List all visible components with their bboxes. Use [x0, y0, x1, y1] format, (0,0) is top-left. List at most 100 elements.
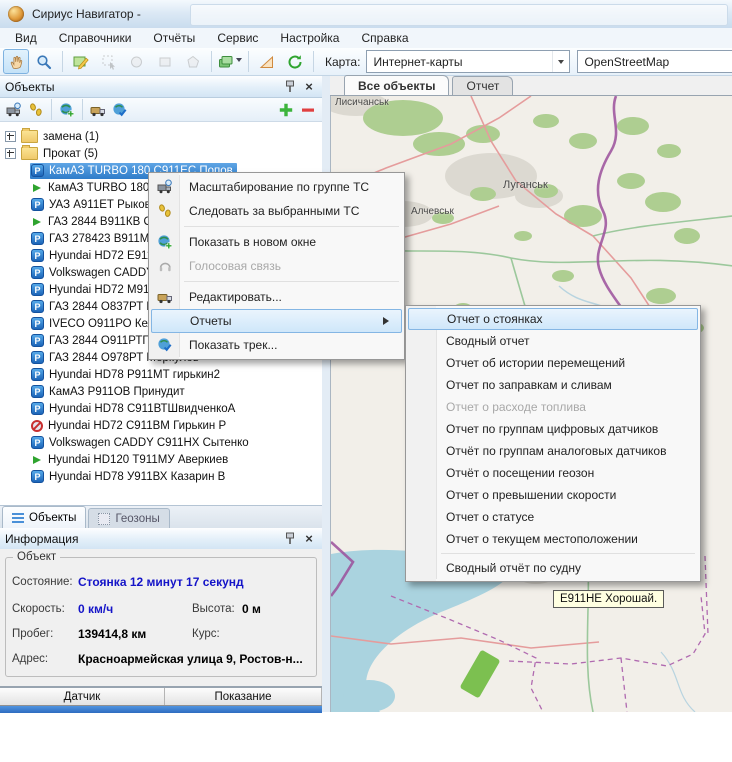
speed-label: Скорость:	[12, 603, 65, 615]
submenu-item-Отчет-по-группам-цифровых-датчиков[interactable]: Отчет по группам цифровых датчиков	[408, 418, 698, 440]
tree-folder[interactable]: Прокат (5)	[0, 145, 322, 162]
submenu-item-Отчет-о-статусе[interactable]: Отчет о статусе	[408, 506, 698, 528]
edit-vehicle-button[interactable]	[87, 99, 109, 120]
toolbar-buttons	[2, 49, 318, 74]
title-inset	[190, 4, 728, 26]
menu-item-Масштабирование-по-группе-ТС[interactable]: Масштабирование по группе ТС	[151, 175, 402, 199]
menu-Настройка[interactable]: Настройка	[269, 29, 350, 47]
layers-button[interactable]	[217, 49, 243, 74]
reading-col-header[interactable]: Показание	[165, 688, 322, 705]
tab-label: Объекты	[29, 512, 76, 524]
tree-item-core: PHyundai HD78 Р911МТ гирькин2	[30, 367, 224, 383]
tree-item[interactable]: PHyundai HD78 С911ВТШвидченкоА	[0, 400, 322, 417]
app-window: { "window": {"title": "Сириус Навигатор …	[0, 0, 732, 712]
submenu-item-Отчет-по-заправкам-и-сливам[interactable]: Отчет по заправкам и сливам	[408, 374, 698, 396]
info-pin-icon[interactable]	[282, 531, 298, 546]
submenu-item-Отчет-о-стоянках[interactable]: Отчет о стоянках	[408, 308, 698, 330]
tree-item-label: Volkswagen CADDY С911НХ Сытенко	[49, 437, 249, 449]
map-label-Луганськ: Луганськ	[503, 179, 548, 191]
tree-item-core: PКамАЗ Р911ОВ Принудит	[30, 384, 189, 400]
close-icon[interactable]: ×	[301, 79, 317, 94]
tree-item[interactable]: PVolkswagen CADDY С911НХ Сытенко	[0, 434, 322, 451]
parking-status-icon: P	[31, 266, 44, 279]
show-new-window-icon	[59, 102, 75, 118]
select-rect-button	[152, 49, 178, 74]
expand-icon[interactable]	[5, 148, 16, 159]
menu-Справочники[interactable]: Справочники	[48, 29, 143, 47]
tree-item[interactable]: PHyundai HD78 У911ВХ Казарин В	[0, 468, 322, 485]
menu-item-Показать-трек-[interactable]: Показать трек...	[151, 333, 402, 357]
tree-item-label: ГАЗ 2844 В911КВ Ос	[48, 216, 158, 228]
tree-item-label: Hyundai HD120 Т911МУ Аверкиев	[48, 454, 228, 466]
map-tab-Все объекты[interactable]: Все объекты	[344, 75, 449, 95]
tree-item[interactable]: PКамАЗ Р911ОВ Принудит	[0, 383, 322, 400]
menu-item-Отчеты[interactable]: Отчеты	[151, 309, 402, 333]
expand-icon[interactable]	[5, 131, 16, 142]
submenu-item-Отчет-о-текущем-местоположении[interactable]: Отчет о текущем местоположении	[408, 528, 698, 550]
zoom-to-group-icon	[6, 102, 22, 118]
menu-separator	[184, 281, 399, 282]
submenu-item-Отчет-об-истории-перемещений[interactable]: Отчет об истории перемещений	[408, 352, 698, 374]
remove-object-button[interactable]	[297, 99, 319, 120]
tree-item-core: PГАЗ 2844 О911РТГра	[30, 333, 165, 349]
show-track-button[interactable]	[109, 99, 131, 120]
map-tab-Отчет[interactable]: Отчет	[452, 76, 513, 95]
map-tab-bar: Все объектыОтчет	[330, 76, 732, 96]
tree-item[interactable]: PHyundai HD78 Р911МТ гирькин2	[0, 366, 322, 383]
title-bar[interactable]: Сириус Навигатор -	[0, 0, 732, 29]
tab-label: Геозоны	[115, 513, 159, 525]
object-group-label: Объект	[13, 551, 60, 563]
menu-item-label: Масштабирование по группе ТС	[189, 180, 369, 194]
tab-Объекты[interactable]: Объекты	[2, 506, 86, 528]
tree-item[interactable]: Hyundai HD72 С911ВМ Гирькин Р	[0, 417, 322, 434]
show-new-window-button[interactable]	[56, 99, 78, 120]
menu-item-Редактировать-[interactable]: Редактировать...	[151, 285, 402, 309]
menu-Сервис[interactable]: Сервис	[206, 29, 269, 47]
window-title: Сириус Навигатор -	[32, 7, 141, 21]
tab-Геозоны[interactable]: Геозоны	[88, 508, 169, 528]
refresh-icon	[287, 54, 303, 70]
submenu-item-Отчёт-о-посещении-геозон[interactable]: Отчёт о посещении геозон	[408, 462, 698, 484]
submenu-item-label: Отчёт о посещении геозон	[446, 466, 594, 480]
tree-folder[interactable]: замена (1)	[0, 128, 322, 145]
menu-item-Следовать-за-выбранными-ТС[interactable]: Следовать за выбранными ТС	[151, 199, 402, 223]
info-panel-title: Информация	[5, 532, 279, 546]
info-close-icon[interactable]: ×	[301, 531, 317, 546]
menu-Отчёты[interactable]: Отчёты	[142, 29, 206, 47]
map-provider-combo[interactable]: OpenStreetMap	[577, 50, 732, 73]
tree-item-core: PHyundai HD72 Е911Н	[30, 248, 165, 264]
map-label-Алчевськ: Алчевськ	[411, 206, 454, 217]
remove-object-icon	[300, 102, 316, 118]
add-object-icon	[278, 102, 294, 118]
pin-icon[interactable]	[282, 79, 298, 94]
zoom-magnifier-button[interactable]	[31, 49, 57, 74]
toolbar-separator	[248, 51, 249, 72]
refresh-button[interactable]	[282, 49, 308, 74]
pan-hand-button[interactable]	[3, 49, 29, 74]
map-edit-button[interactable]	[68, 49, 94, 74]
submenu-item-Отчет-о-превышении-скорости[interactable]: Отчет о превышении скорости	[408, 484, 698, 506]
sensor-col-header[interactable]: Датчик	[0, 688, 165, 705]
menu-item-label: Следовать за выбранными ТС	[189, 204, 359, 218]
menu-Вид[interactable]: Вид	[4, 29, 48, 47]
show-new-window-icon	[157, 234, 173, 250]
submenu-item-Отчёт-по-группам-аналоговых-датчиков[interactable]: Отчёт по группам аналоговых датчиков	[408, 440, 698, 462]
select-area-button	[96, 49, 122, 74]
submenu-item-Отчет-о-расходе-топлива: Отчет о расходе топлива	[408, 396, 698, 418]
toolbar-separator	[51, 99, 52, 120]
ruler-button[interactable]	[254, 49, 280, 74]
zoom-to-group-button[interactable]	[3, 99, 25, 120]
follow-selected-button[interactable]	[25, 99, 47, 120]
menu-Справка[interactable]: Справка	[350, 29, 419, 47]
submenu-item-Сводный-отчет[interactable]: Сводный отчет	[408, 330, 698, 352]
map-type-dropdown-icon[interactable]	[552, 51, 569, 72]
submenu-item-Сводный-отчёт-по-судну[interactable]: Сводный отчёт по судну	[408, 557, 698, 579]
menu-item-Голосовая-связь: Голосовая связь	[151, 254, 402, 278]
map-type-value: Интернет-карты	[373, 55, 552, 69]
tree-item-core: PHyundai HD78 С911ВТШвидченкоА	[30, 401, 239, 417]
add-object-button[interactable]	[275, 99, 297, 120]
map-type-combo[interactable]: Интернет-карты	[366, 50, 570, 73]
tree-item[interactable]: Hyundai HD120 Т911МУ Аверкиев	[0, 451, 322, 468]
parking-status-icon: P	[31, 385, 44, 398]
menu-item-Показать-в-новом-окне[interactable]: Показать в новом окне	[151, 230, 402, 254]
